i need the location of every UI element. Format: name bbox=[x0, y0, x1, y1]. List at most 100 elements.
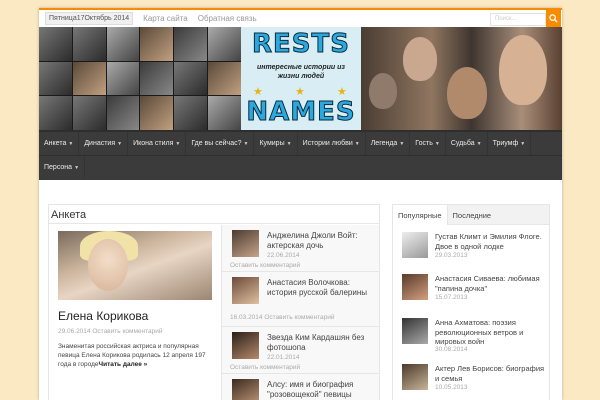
caret-down-icon: ▼ bbox=[354, 140, 360, 147]
sidebar-item-thumbnail[interactable] bbox=[402, 318, 428, 344]
article-thumbnail[interactable] bbox=[232, 277, 259, 304]
article-meta: 16.03.2014 Оставить комментарий bbox=[230, 314, 335, 321]
nav-label: Истории любви bbox=[302, 140, 353, 147]
caret-down-icon: ▼ bbox=[175, 140, 181, 147]
sidebar-item[interactable]: Актер Лев Борисов: биография и семья 10.… bbox=[393, 359, 549, 400]
nav-item-style-icon[interactable]: Икона стиля ▼ bbox=[128, 132, 187, 155]
featured-article-date: 29.06.2014 bbox=[58, 328, 91, 335]
nav-label: Кумиры bbox=[259, 140, 285, 147]
sidebar-item-date: 30.08.2014 bbox=[435, 346, 468, 353]
sidebar-item-title[interactable]: Густав Климт и Эмилия Флоге. Двое в одно… bbox=[435, 232, 547, 251]
featured-article-excerpt: Знаменитая российская актриса и популярн… bbox=[58, 342, 214, 369]
tab-popular[interactable]: Популярные bbox=[393, 205, 448, 225]
caret-down-icon: ▼ bbox=[399, 140, 405, 147]
main-navigation: Анкета ▼ Династия ▼ Икона стиля ▼ Где вы се… bbox=[39, 130, 562, 180]
sidebar-item-date: 29.03.2013 bbox=[435, 252, 468, 259]
sidebar-item-title[interactable]: Анна Ахматова: поэзия революционных ветр… bbox=[435, 318, 547, 347]
sidebar-item-thumbnail[interactable] bbox=[402, 232, 428, 258]
nav-label: Икона стиля bbox=[133, 140, 174, 147]
nav-item-dynasty[interactable]: Династия ▼ bbox=[79, 132, 129, 155]
nav-item-anketa[interactable]: Анкета ▼ bbox=[39, 132, 80, 155]
list-item[interactable]: Анджелина Джоли Войт: актерская дочь 22.… bbox=[222, 225, 380, 272]
page: Пятница17Октябрь 2014 Карта сайта Обратн… bbox=[39, 8, 562, 400]
nav-item-fate[interactable]: Судьба ▼ bbox=[446, 132, 488, 155]
article-thumbnail[interactable] bbox=[232, 332, 259, 359]
sidebar-item-date: 15.07.2013 bbox=[435, 294, 468, 301]
sidebar-item[interactable]: Анастасия Сиваева: любимая "папина дочка… bbox=[393, 269, 549, 311]
article-date: 22.01.2014 bbox=[267, 354, 300, 361]
caret-down-icon: ▼ bbox=[286, 140, 292, 147]
nav-item-persona[interactable]: Персона ▼ bbox=[39, 156, 86, 179]
article-date: 22.06.2014 bbox=[267, 252, 300, 259]
search-icon bbox=[549, 14, 558, 23]
featured-article-meta: 29.06.2014 Оставить комментарий bbox=[58, 328, 163, 335]
article-date: 16.03.2014 bbox=[230, 314, 263, 321]
nav-label: Судьба bbox=[450, 140, 475, 147]
article-title[interactable]: Звезда Ким Кардашян без фотошопа bbox=[267, 333, 377, 353]
section-title: Анкета bbox=[49, 205, 379, 224]
logo-tagline: интересные истории из жизни людей bbox=[257, 64, 345, 80]
current-date: Пятница17Октябрь 2014 bbox=[45, 12, 134, 25]
logo-word-rests: RESTS bbox=[252, 29, 350, 60]
nav-item-legend[interactable]: Легенда ▼ bbox=[366, 132, 411, 155]
topbar: Пятница17Октябрь 2014 Карта сайта Обратн… bbox=[39, 10, 562, 27]
article-thumbnail[interactable] bbox=[232, 230, 259, 257]
sitemap-link[interactable]: Карта сайта bbox=[143, 14, 188, 23]
celebrity-photo-collage bbox=[361, 27, 562, 130]
caret-down-icon: ▼ bbox=[117, 140, 123, 147]
featured-article-image[interactable] bbox=[58, 231, 212, 300]
nav-item-idols[interactable]: Кумиры ▼ bbox=[254, 132, 298, 155]
list-item[interactable]: Анастасия Волочкова: история русской бал… bbox=[222, 272, 380, 327]
sidebar-widget: Популярные Последние Густав Климт и Эмил… bbox=[392, 204, 550, 400]
nav-item-love-stories[interactable]: Истории любви ▼ bbox=[298, 132, 366, 155]
search-button[interactable] bbox=[546, 10, 561, 27]
search-input[interactable]: Поиск... bbox=[490, 13, 546, 26]
nav-label: Гость bbox=[415, 140, 433, 147]
nav-row-2: Персона ▼ bbox=[39, 155, 562, 179]
featured-article-title[interactable]: Елена Корикова bbox=[58, 309, 148, 323]
anketa-section: Анкета Елена Корикова 29.06.2014 Оставит… bbox=[48, 204, 380, 400]
nav-item-where-now[interactable]: Где вы сейчас? ▼ bbox=[186, 132, 255, 155]
sidebar-item[interactable]: Густав Климт и Эмилия Флоге. Двое в одно… bbox=[393, 227, 549, 269]
caret-down-icon: ▼ bbox=[520, 140, 526, 147]
caret-down-icon: ▼ bbox=[74, 164, 80, 171]
sidebar-item-title[interactable]: Актер Лев Борисов: биография и семья bbox=[435, 364, 547, 383]
nav-label: Легенда bbox=[370, 140, 398, 147]
site-logo[interactable]: RESTS интересные истории из жизни людей … bbox=[241, 27, 361, 130]
article-title[interactable]: Анджелина Джоли Войт: актерская дочь bbox=[267, 231, 377, 251]
caret-down-icon: ▼ bbox=[68, 140, 74, 147]
featured-article-comment-link[interactable]: Оставить комментарий bbox=[92, 328, 162, 335]
article-thumbnail[interactable] bbox=[232, 379, 259, 400]
list-item[interactable]: Звезда Ким Кардашян без фотошопа 22.01.2… bbox=[222, 327, 380, 374]
nav-label: Анкета bbox=[44, 140, 67, 147]
sidebar-item-thumbnail[interactable] bbox=[402, 274, 428, 300]
nav-item-triumph[interactable]: Триумф ▼ bbox=[488, 132, 532, 155]
sidebar-item-date: 10.05.2013 bbox=[435, 384, 468, 391]
retro-photo-collage bbox=[39, 27, 241, 130]
caret-down-icon: ▼ bbox=[243, 140, 249, 147]
logo-word-names: NAMES bbox=[246, 97, 356, 128]
nav-item-guest[interactable]: Гость ▼ bbox=[410, 132, 446, 155]
nav-label: Династия bbox=[84, 140, 116, 147]
nav-row-1: Анкета ▼ Династия ▼ Икона стиля ▼ Где вы се… bbox=[39, 132, 562, 155]
nav-label: Где вы сейчас? bbox=[191, 140, 242, 147]
article-comment-link[interactable]: Оставить комментарий bbox=[230, 262, 300, 269]
contact-link[interactable]: Обратная связь bbox=[198, 14, 257, 23]
nav-label: Триумф bbox=[492, 140, 519, 147]
tab-latest[interactable]: Последние bbox=[448, 205, 497, 225]
read-more-link[interactable]: Читать далее » bbox=[99, 361, 148, 368]
sidebar-item[interactable]: Анна Ахматова: поэзия революционных ветр… bbox=[393, 313, 549, 357]
article-comment-link[interactable]: Оставить комментарий bbox=[230, 364, 300, 371]
article-title[interactable]: Алсу: имя и биография "розовощекой" певи… bbox=[267, 380, 377, 400]
sidebar-item-title[interactable]: Анастасия Сиваева: любимая "папина дочка… bbox=[435, 274, 547, 293]
caret-down-icon: ▼ bbox=[476, 140, 482, 147]
header-banner[interactable]: RESTS интересные истории из жизни людей … bbox=[39, 27, 562, 130]
article-title[interactable]: Анастасия Волочкова: история русской бал… bbox=[267, 278, 377, 298]
caret-down-icon: ▼ bbox=[434, 140, 440, 147]
article-comment-link[interactable]: Оставить комментарий bbox=[264, 314, 334, 321]
sidebar-item-thumbnail[interactable] bbox=[402, 364, 428, 390]
list-item[interactable]: Алсу: имя и биография "розовощекой" певи… bbox=[222, 374, 380, 400]
nav-label: Персона bbox=[44, 164, 73, 171]
featured-article: Елена Корикова 29.06.2014 Оставить комме… bbox=[49, 225, 221, 400]
article-list: Анджелина Джоли Войт: актерская дочь 22.… bbox=[221, 225, 380, 400]
